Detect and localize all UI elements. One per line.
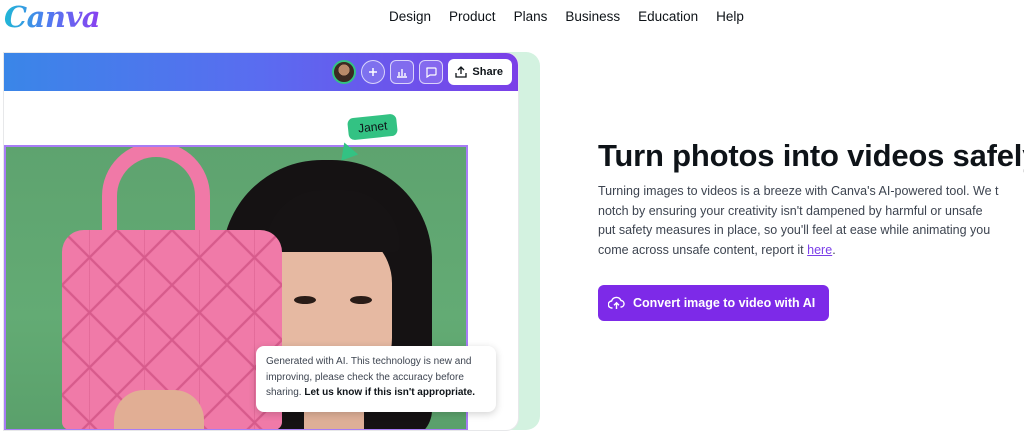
canva-logo[interactable]: Canva — [4, 0, 101, 34]
cloud-upload-icon — [608, 296, 625, 309]
comment-icon — [426, 67, 438, 78]
description-line-text: come across unsafe content, report it — [598, 242, 804, 257]
ai-disclaimer-link[interactable]: Let us know if this isn't appropriate. — [304, 387, 475, 398]
share-label: Share — [472, 66, 503, 78]
description-line: notch by ensuring your creativity isn't … — [598, 203, 983, 218]
description-line: come across unsafe content, report it he… — [598, 242, 836, 257]
upload-icon — [455, 66, 468, 78]
convert-image-to-video-button[interactable]: Convert image to video with AI — [598, 285, 830, 321]
toolbar-actions: Share — [332, 59, 512, 85]
description-line: put safety measures in place, so you'll … — [598, 223, 991, 237]
nav-item-education[interactable]: Education — [629, 8, 707, 26]
left-eye — [294, 296, 316, 304]
avatar[interactable] — [332, 60, 357, 84]
bar-chart-icon — [397, 69, 408, 78]
share-button[interactable]: Share — [448, 59, 512, 85]
editor-preview: Share Generated with AI. This technology… — [4, 53, 518, 430]
nav-item-plans[interactable]: Plans — [505, 8, 557, 26]
add-collaborator-button[interactable] — [361, 60, 386, 84]
nav-item-product[interactable]: Product — [440, 8, 505, 26]
plus-icon — [369, 68, 378, 76]
main-nav: Design Product Plans Business Education … — [389, 8, 753, 26]
editor-toolbar: Share — [4, 53, 518, 91]
report-here-link[interactable]: here — [807, 243, 832, 257]
ai-disclaimer-tooltip: Generated with AI. This technology is ne… — [256, 346, 496, 412]
cta-label: Convert image to video with AI — [633, 296, 816, 310]
nav-item-design[interactable]: Design — [389, 8, 440, 26]
hero-description: Turning images to videos is a breeze wit… — [598, 182, 1024, 260]
nav-item-help[interactable]: Help — [707, 8, 753, 26]
comment-button[interactable] — [419, 60, 444, 84]
nav-item-business[interactable]: Business — [556, 8, 629, 26]
right-eye — [350, 296, 372, 304]
page-title: Turn photos into videos safely — [598, 138, 1024, 173]
insights-button[interactable] — [390, 60, 415, 84]
hand-shape — [114, 390, 204, 430]
description-line: Turning images to videos is a breeze wit… — [598, 184, 999, 198]
